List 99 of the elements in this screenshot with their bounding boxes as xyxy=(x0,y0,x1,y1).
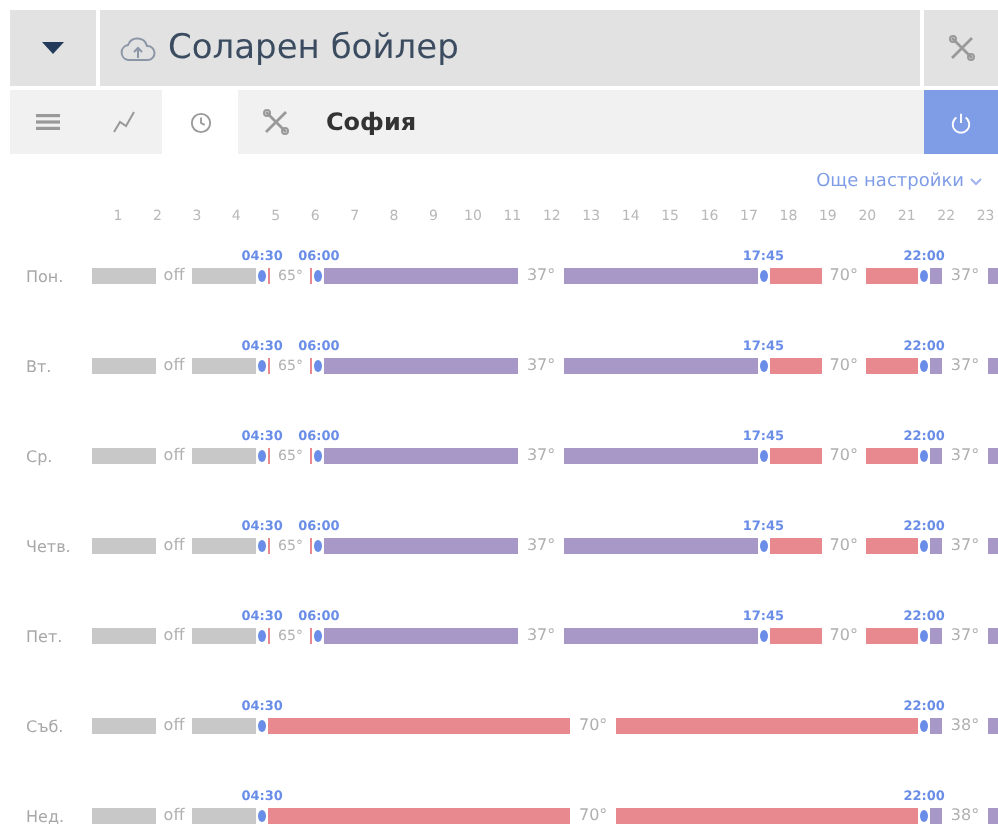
day-label: Ср. xyxy=(24,447,55,465)
location-label: София xyxy=(326,108,419,136)
switch-handle[interactable] xyxy=(314,360,323,372)
schedule-segment[interactable]: off xyxy=(91,268,257,284)
tools-icon xyxy=(947,34,975,62)
schedule-segment[interactable]: 37° xyxy=(324,448,758,464)
switch-handle[interactable] xyxy=(258,270,267,282)
schedule-segment[interactable]: 37° xyxy=(930,268,998,284)
schedule-segment[interactable]: off xyxy=(91,808,257,824)
day-label: Нед. xyxy=(24,807,67,824)
schedule-segment[interactable]: off xyxy=(91,718,257,734)
chevron-down-icon xyxy=(970,178,982,186)
schedule-segment[interactable]: 37° xyxy=(324,268,758,284)
switch-handle[interactable] xyxy=(314,540,323,552)
switch-handle[interactable] xyxy=(759,360,768,372)
switch-handle[interactable] xyxy=(258,630,267,642)
temperature-label: 37° xyxy=(942,358,988,374)
temperature-label: off xyxy=(155,358,193,374)
line-chart-icon xyxy=(112,110,136,134)
switch-handle[interactable] xyxy=(920,720,929,732)
schedule-segment[interactable]: 37° xyxy=(324,538,758,554)
switch-handle[interactable] xyxy=(314,450,323,462)
switch-handle[interactable] xyxy=(258,450,267,462)
temperature-label: off xyxy=(155,448,193,464)
switch-handle[interactable] xyxy=(258,810,267,822)
schedule-segment[interactable]: 70° xyxy=(769,448,919,464)
temperature-label: 37° xyxy=(942,448,988,464)
switch-handle[interactable] xyxy=(258,360,267,372)
temperature-label: 37° xyxy=(518,628,564,644)
day-label: Вт. xyxy=(24,357,54,375)
schedule-segment[interactable]: 37° xyxy=(930,448,998,464)
temperature-label: 70° xyxy=(821,448,866,464)
schedule-segment[interactable]: 37° xyxy=(324,628,758,644)
schedule-segment[interactable]: 70° xyxy=(769,358,919,374)
tools-icon xyxy=(262,108,290,136)
switch-handle[interactable] xyxy=(314,630,323,642)
switch-handle[interactable] xyxy=(258,720,267,732)
temperature-label: off xyxy=(155,808,193,824)
switch-handle[interactable] xyxy=(759,540,768,552)
temperature-label: 37° xyxy=(518,268,564,284)
day-label: Четв. xyxy=(24,537,73,555)
switch-handle[interactable] xyxy=(920,450,929,462)
temperature-label: off xyxy=(155,628,193,644)
clock-icon xyxy=(189,111,211,133)
schedule-segment[interactable]: 70° xyxy=(268,718,919,734)
schedule-segment[interactable]: off xyxy=(91,358,257,374)
switch-handle[interactable] xyxy=(920,630,929,642)
switch-handle[interactable] xyxy=(759,450,768,462)
schedule-segment[interactable]: off xyxy=(91,448,257,464)
settings-button[interactable] xyxy=(924,10,998,86)
schedule-segment[interactable]: 70° xyxy=(268,808,919,824)
temperature-label: 37° xyxy=(942,538,988,554)
day-label: Пет. xyxy=(24,627,65,645)
schedule-segment[interactable]: off xyxy=(91,628,257,644)
schedule-segment[interactable]: 38° xyxy=(930,808,998,824)
schedule-segment[interactable]: 70° xyxy=(769,268,919,284)
power-button[interactable] xyxy=(924,90,998,154)
temperature-label: off xyxy=(155,268,193,284)
schedule-segment[interactable]: 70° xyxy=(769,628,919,644)
day-label: Съб. xyxy=(24,717,66,735)
switch-handle[interactable] xyxy=(759,270,768,282)
more-settings-link[interactable]: Още настройки xyxy=(816,168,982,196)
schedule-segment[interactable]: 37° xyxy=(930,628,998,644)
schedule-segment[interactable]: off xyxy=(91,538,257,554)
temperature-label: 38° xyxy=(942,718,988,734)
schedule-segment[interactable]: 38° xyxy=(930,718,998,734)
switch-handle[interactable] xyxy=(759,630,768,642)
switch-handle[interactable] xyxy=(920,360,929,372)
schedule-segment[interactable]: 70° xyxy=(769,538,919,554)
temperature-label: 37° xyxy=(518,358,564,374)
schedule-segment[interactable]: 37° xyxy=(324,358,758,374)
menu-icon xyxy=(36,114,60,130)
temperature-label: 37° xyxy=(942,268,988,284)
temperature-label: 70° xyxy=(821,628,866,644)
switch-handle[interactable] xyxy=(920,270,929,282)
tab[interactable] xyxy=(162,90,238,154)
device-title: Соларен бойлер xyxy=(168,28,459,68)
temperature-label: 38° xyxy=(942,808,988,824)
day-label: Пон. xyxy=(24,267,66,285)
temperature-label: 70° xyxy=(570,808,616,824)
temperature-label: 37° xyxy=(518,448,564,464)
switch-handle[interactable] xyxy=(920,810,929,822)
schedule-segment[interactable]: 37° xyxy=(930,538,998,554)
dropdown-toggle[interactable] xyxy=(10,10,96,86)
temperature-label: 70° xyxy=(821,358,866,374)
switch-handle[interactable] xyxy=(258,540,267,552)
schedule-segment[interactable]: 37° xyxy=(930,358,998,374)
temperature-label: 70° xyxy=(570,718,616,734)
temperature-label: 70° xyxy=(821,538,866,554)
caret-icon xyxy=(42,42,64,54)
temperature-label: off xyxy=(155,718,193,734)
switch-handle[interactable] xyxy=(920,540,929,552)
temperature-label: 37° xyxy=(942,628,988,644)
power-icon xyxy=(950,111,972,133)
temperature-label: 70° xyxy=(821,268,866,284)
cloud-upload-icon xyxy=(120,35,156,61)
temperature-label: off xyxy=(155,538,193,554)
temperature-label: 37° xyxy=(518,538,564,554)
switch-handle[interactable] xyxy=(314,270,323,282)
